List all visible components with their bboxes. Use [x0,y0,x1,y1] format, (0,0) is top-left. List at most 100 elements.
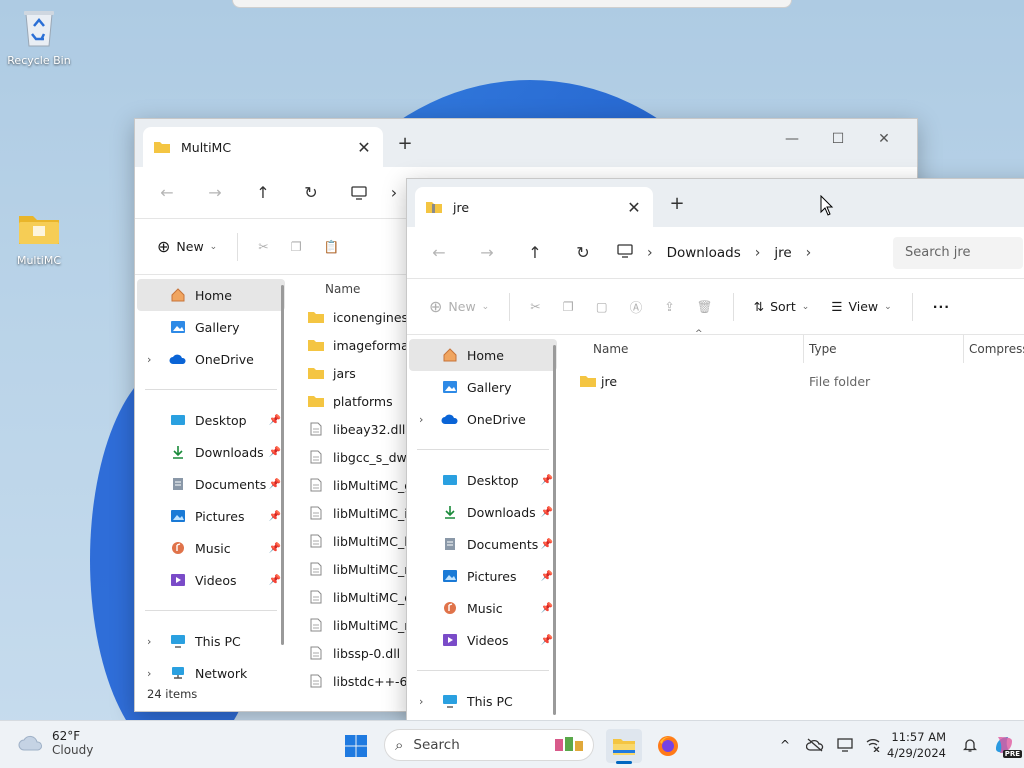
sidebar-item-downloads[interactable]: Downloads 📌 [409,496,557,528]
sidebar-item-videos[interactable]: Videos 📌 [409,624,557,656]
forward-arrow-icon[interactable]: → [467,237,507,269]
paste-icon[interactable]: ▢ [588,291,616,323]
up-arrow-icon[interactable]: ↑ [243,177,283,209]
copy-icon[interactable]: ❐ [555,291,582,323]
sidebar-scrollbar[interactable] [281,285,284,645]
sidebar-item-pictures[interactable]: Pictures 📌 [137,500,285,532]
chevron-right-icon[interactable]: › [147,635,151,648]
sort-button[interactable]: ⇅ Sort ⌄ [746,291,818,323]
sidebar-item-network[interactable]: › Network [137,657,285,689]
music-icon [169,540,187,556]
search-input[interactable]: Search jre [893,236,1023,269]
new-tab-button[interactable]: + [393,133,417,154]
desktop-icon-multimc[interactable]: MultiMC [0,206,78,267]
sidebar-item-documents[interactable]: Documents 📌 [137,468,285,500]
new-button[interactable]: ⊕ New ⌄ [421,291,497,323]
sidebar-item-documents[interactable]: Documents 📌 [409,528,557,560]
clock[interactable]: 11:57 AM 4/29/2024 [887,729,946,761]
column-header-name[interactable]: Name [593,342,628,356]
breadcrumb-downloads[interactable]: Downloads [667,245,741,261]
sidebar-item-videos[interactable]: Videos 📌 [137,564,285,596]
pin-icon[interactable]: 📌 [269,447,281,458]
chevron-up-icon[interactable]: ^ [771,728,799,762]
desktop-icon-recycle-bin[interactable]: Recycle Bin [0,6,78,67]
pin-icon[interactable]: 📌 [269,479,281,490]
maximize-icon[interactable]: ☐ [815,125,861,153]
sidebar-item-label: Desktop [195,412,247,428]
chevron-right-icon[interactable]: › [147,353,151,366]
back-arrow-icon[interactable]: ← [147,177,187,209]
sidebar-item-gallery[interactable]: Gallery [137,311,285,343]
sidebar-item-onedrive[interactable]: › OneDrive [137,343,285,375]
pin-icon[interactable]: 📌 [541,635,553,646]
tab-jre[interactable]: jre ✕ [415,187,653,227]
explorer-window-jre[interactable]: jre ✕ + ← → ↑ ↻ › Downloads › jre › Sear… [406,178,1024,724]
network-disconnected-icon[interactable] [859,728,887,762]
delete-icon[interactable]: 🗑 [689,291,721,323]
sidebar-item-music[interactable]: Music 📌 [137,532,285,564]
pin-icon[interactable]: 📌 [541,571,553,582]
cloud-offline-icon[interactable] [799,728,831,762]
sidebar-item-desktop[interactable]: Desktop 📌 [409,464,557,496]
column-header-type[interactable]: Type [809,342,837,356]
minimize-icon[interactable]: — [769,125,815,153]
chevron-right-icon[interactable]: › [419,413,423,426]
pin-icon[interactable]: 📌 [269,511,281,522]
close-tab-icon[interactable]: ✕ [355,138,373,157]
sidebar-item-desktop[interactable]: Desktop 📌 [137,404,285,436]
sidebar-item-pictures[interactable]: Pictures 📌 [409,560,557,592]
sidebar-scrollbar[interactable] [553,345,556,715]
forward-arrow-icon[interactable]: → [195,177,235,209]
copilot-icon[interactable]: PRE [984,728,1024,762]
breadcrumb-jre[interactable]: jre [774,245,791,261]
computer-icon[interactable] [339,177,379,209]
display-icon[interactable] [831,728,859,762]
back-arrow-icon[interactable]: ← [419,237,459,269]
paste-icon[interactable]: 📋 [316,231,348,263]
chevron-right-icon[interactable]: › [147,667,151,680]
sidebar-item-home[interactable]: Home [409,339,557,371]
rename-icon[interactable]: Ⓐ [622,291,651,323]
pin-icon[interactable]: 📌 [541,603,553,614]
notification-bell-icon[interactable] [956,728,984,762]
onedrive-cloud-icon [441,411,459,427]
sidebar-item-downloads[interactable]: Downloads 📌 [137,436,285,468]
pin-icon[interactable]: 📌 [541,507,553,518]
cut-icon[interactable]: ✂ [250,231,276,263]
more-options-icon[interactable]: ··· [925,291,958,323]
tab-multimc[interactable]: MultiMC ✕ [143,127,383,167]
chevron-right-icon[interactable]: › [419,695,423,708]
pin-icon[interactable]: 📌 [541,475,553,486]
cut-icon[interactable]: ✂ [522,291,548,323]
file-explorer-taskbar-button[interactable] [606,729,642,764]
start-button[interactable] [338,729,374,763]
sidebar-item-this-pc[interactable]: › This PC [137,625,285,657]
table-row[interactable]: jre File folder [559,367,1024,395]
firefox-taskbar-button[interactable] [650,729,686,763]
pin-icon[interactable]: 📌 [541,539,553,550]
new-tab-button[interactable]: + [665,193,689,214]
sidebar-item-home[interactable]: Home [137,279,285,311]
column-header-compressed[interactable]: Compress [969,342,1024,356]
sidebar-item-onedrive[interactable]: › OneDrive [409,403,557,435]
refresh-icon[interactable]: ↻ [291,177,331,209]
copy-icon[interactable]: ❐ [283,231,310,263]
close-tab-icon[interactable]: ✕ [625,198,643,217]
weather-widget[interactable]: 62°F Cloudy [18,729,93,757]
pin-icon[interactable]: 📌 [269,543,281,554]
refresh-icon[interactable]: ↻ [563,237,603,269]
sidebar-item-this-pc[interactable]: › This PC [409,685,557,717]
up-arrow-icon[interactable]: ↑ [515,237,555,269]
view-button[interactable]: ☰ View ⌄ [823,291,899,323]
pin-icon[interactable]: 📌 [269,415,281,426]
close-window-icon[interactable]: ✕ [861,125,907,153]
taskbar-search[interactable]: ⌕ Search [384,729,594,761]
pin-icon[interactable]: 📌 [269,575,281,586]
share-icon[interactable]: ⇪ [656,291,682,323]
sidebar-item-gallery[interactable]: Gallery [409,371,557,403]
new-button[interactable]: ⊕ New ⌄ [149,231,225,263]
computer-icon[interactable] [617,243,633,262]
sidebar-item-music[interactable]: Music 📌 [409,592,557,624]
videos-icon [441,632,459,648]
chevron-right-icon[interactable]: › [806,245,812,261]
